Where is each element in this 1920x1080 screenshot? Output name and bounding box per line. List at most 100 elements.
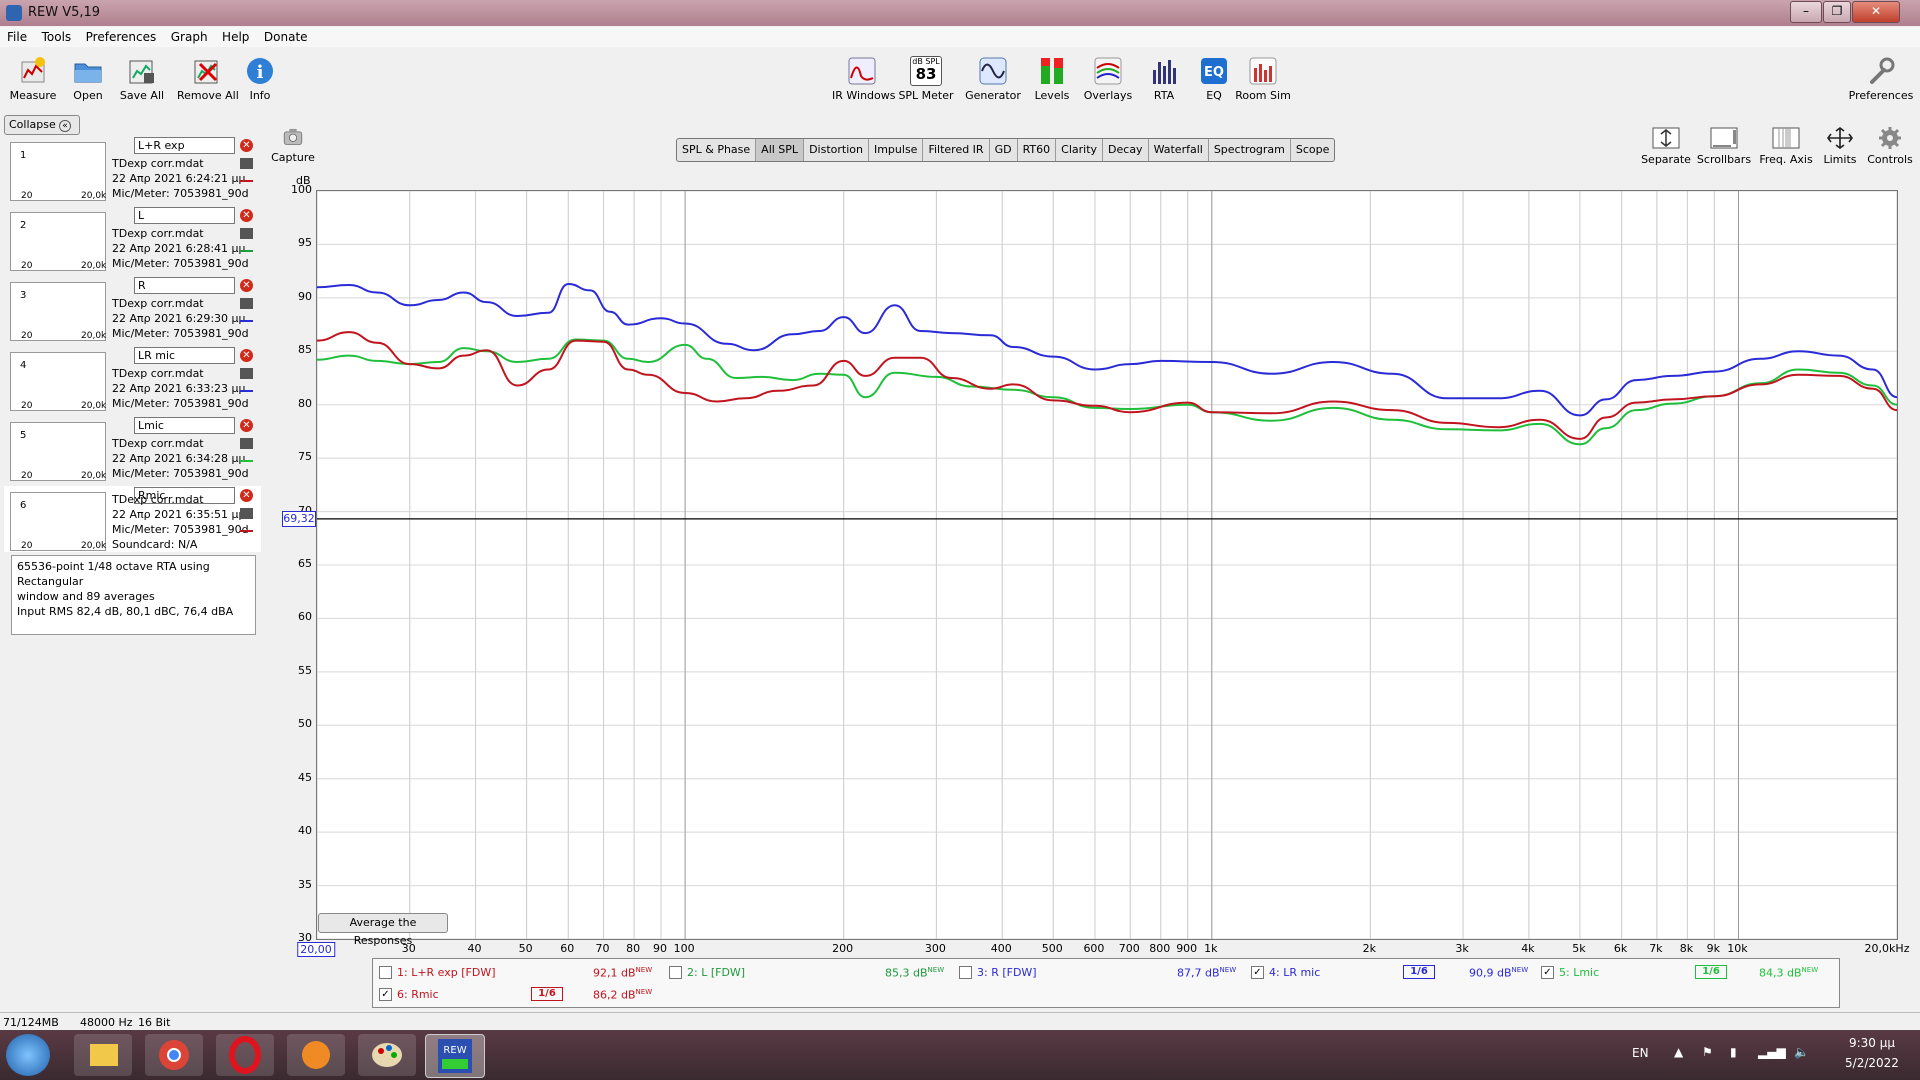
menu-preferences[interactable]: Preferences bbox=[79, 27, 161, 44]
smoothing-selector-5[interactable]: 1/6 bbox=[1695, 965, 1727, 979]
smoothing-selector-4[interactable]: 1/6 bbox=[1403, 965, 1435, 979]
network-icon[interactable]: ▂▄▆ bbox=[1758, 1045, 1786, 1059]
separate-button[interactable]: Separate bbox=[1636, 126, 1696, 186]
file-explorer-task[interactable] bbox=[74, 1034, 132, 1076]
measurement-panel-3[interactable]: 3 20 20,0k R TDexp corr.mdat 22 Απρ 2021 6… bbox=[4, 276, 261, 344]
remove-all-icon bbox=[194, 60, 218, 84]
remove-measurement-icon[interactable]: ✕ bbox=[240, 209, 253, 222]
average-responses-button[interactable]: Average the Responses bbox=[318, 913, 448, 947]
legend-checkbox-4[interactable]: ✓ bbox=[1251, 966, 1264, 979]
scrollbars-button[interactable]: Scrollbars bbox=[1694, 126, 1754, 186]
measurement-name-field[interactable]: Lmic bbox=[134, 417, 235, 434]
tab-spectrogram[interactable]: Spectrogram bbox=[1209, 139, 1291, 161]
thumbnail-5: 5 20 20,0k bbox=[10, 422, 106, 481]
info-button[interactable]: i Info bbox=[230, 52, 290, 112]
edit-icon[interactable] bbox=[240, 508, 253, 519]
edit-icon[interactable] bbox=[240, 298, 253, 309]
menu-donate[interactable]: Donate bbox=[257, 27, 312, 44]
ir-windows-button[interactable]: IR Windows bbox=[832, 52, 896, 112]
trace-color-icon[interactable] bbox=[240, 314, 253, 322]
rew-task[interactable]: REW bbox=[425, 1034, 485, 1078]
minimize-button[interactable]: – bbox=[1790, 1, 1822, 23]
tab-decay[interactable]: Decay bbox=[1103, 139, 1149, 161]
tab-spl-phase[interactable]: SPL & Phase bbox=[677, 139, 757, 161]
remove-measurement-icon[interactable]: ✕ bbox=[240, 489, 253, 502]
measurement-name-field[interactable]: L bbox=[134, 207, 235, 224]
menu-file[interactable]: File bbox=[0, 27, 31, 44]
spl-graph[interactable] bbox=[316, 190, 1898, 940]
tab-all-spl[interactable]: All SPL bbox=[756, 139, 805, 161]
tab-clarity[interactable]: Clarity bbox=[1056, 139, 1104, 161]
legend-checkbox-5[interactable]: ✓ bbox=[1541, 966, 1554, 979]
save-all-icon bbox=[129, 60, 154, 84]
clock-date[interactable]: 5/2/2022 bbox=[1832, 1056, 1912, 1070]
battery-icon[interactable]: ▮ bbox=[1730, 1045, 1737, 1059]
opera-task[interactable] bbox=[216, 1034, 274, 1076]
remove-measurement-icon[interactable]: ✕ bbox=[240, 349, 253, 362]
measurement-panel-2[interactable]: 2 20 20,0k L TDexp corr.mdat 22 Απρ 2021 6… bbox=[4, 206, 261, 274]
legend-checkbox-2[interactable] bbox=[669, 966, 682, 979]
measurement-panel-6[interactable]: 6 20 20,0k Rmic TDexp corr.mdat 22 Απρ 202… bbox=[4, 486, 261, 552]
measurement-panel-1[interactable]: 1 20 20,0k L+R exp TDexp corr.mdat 22 Απρ … bbox=[4, 136, 261, 204]
volume-icon[interactable]: 🔈 bbox=[1794, 1045, 1809, 1059]
collapse-button[interactable]: Collapse « bbox=[4, 115, 80, 135]
chrome-task[interactable] bbox=[145, 1034, 203, 1076]
language-indicator[interactable]: EN bbox=[1632, 1046, 1649, 1060]
measurement-name-field[interactable]: L+R exp bbox=[134, 137, 235, 154]
tab-waterfall[interactable]: Waterfall bbox=[1149, 139, 1209, 161]
menu-tools[interactable]: Tools bbox=[35, 27, 76, 44]
measurement-panel-4[interactable]: 4 20 20,0k LR mic TDexp corr.mdat 22 Απρ 2… bbox=[4, 346, 261, 414]
freq-axis-button[interactable]: Freq. Axis bbox=[1756, 126, 1816, 186]
tray-expand-icon[interactable]: ▲ bbox=[1674, 1045, 1683, 1059]
maximize-button[interactable]: ❐ bbox=[1823, 1, 1851, 23]
remove-measurement-icon[interactable]: ✕ bbox=[240, 139, 253, 152]
brave-task[interactable] bbox=[287, 1034, 345, 1076]
paint-task[interactable] bbox=[358, 1034, 416, 1076]
spl-plot-svg[interactable] bbox=[316, 190, 1898, 940]
tab-rt60[interactable]: RT60 bbox=[1018, 139, 1057, 161]
tab-gd[interactable]: GD bbox=[990, 139, 1018, 161]
trace-color-icon[interactable] bbox=[240, 384, 253, 392]
legend-checkbox-3[interactable] bbox=[959, 966, 972, 979]
measure-button[interactable]: Measure bbox=[3, 52, 63, 112]
edit-icon[interactable] bbox=[240, 368, 253, 379]
remove-all-button[interactable]: Remove All bbox=[177, 52, 239, 112]
edit-icon[interactable] bbox=[240, 158, 253, 169]
close-button[interactable]: ✕ bbox=[1852, 1, 1900, 23]
menu-help[interactable]: Help bbox=[215, 27, 253, 44]
flag-icon[interactable]: ⚑ bbox=[1702, 1045, 1713, 1059]
remove-measurement-icon[interactable]: ✕ bbox=[240, 419, 253, 432]
trace-color-icon[interactable] bbox=[240, 454, 253, 462]
remove-measurement-icon[interactable]: ✕ bbox=[240, 279, 253, 292]
edit-icon[interactable] bbox=[240, 228, 253, 239]
trace-color-icon[interactable] bbox=[240, 244, 253, 252]
y-tick-label: 55 bbox=[298, 663, 312, 677]
overlays-button[interactable]: Overlays bbox=[1078, 52, 1138, 112]
tab-impulse[interactable]: Impulse bbox=[869, 139, 924, 161]
edit-icon[interactable] bbox=[240, 438, 253, 449]
spl-meter-button[interactable]: dB SPL 83 SPL Meter bbox=[896, 52, 956, 112]
save-all-button[interactable]: Save All bbox=[112, 52, 172, 112]
measurement-name-field[interactable]: R bbox=[134, 277, 235, 294]
smoothing-selector-6[interactable]: 1/6 bbox=[531, 987, 563, 1001]
trace-color-icon[interactable] bbox=[240, 524, 253, 532]
room-sim-button[interactable]: Room Sim bbox=[1233, 52, 1293, 112]
trace-color-icon[interactable] bbox=[240, 174, 253, 182]
start-button[interactable] bbox=[6, 1034, 50, 1076]
open-button[interactable]: Open bbox=[58, 52, 118, 112]
menu-graph[interactable]: Graph bbox=[164, 27, 212, 44]
x-tick-label: 40 bbox=[467, 942, 482, 955]
limits-button[interactable]: Limits bbox=[1812, 126, 1868, 186]
legend-checkbox-6[interactable]: ✓ bbox=[379, 988, 392, 1001]
tab-filtered-ir[interactable]: Filtered IR bbox=[923, 139, 990, 161]
clock-time[interactable]: 9:30 μμ bbox=[1832, 1036, 1912, 1050]
measurement-panel-5[interactable]: 5 20 20,0k Lmic TDexp corr.mdat 22 Απρ 202… bbox=[4, 416, 261, 484]
legend-checkbox-1[interactable] bbox=[379, 966, 392, 979]
measurement-name-field[interactable]: LR mic bbox=[134, 347, 235, 364]
tab-distortion[interactable]: Distortion bbox=[804, 139, 869, 161]
generator-button[interactable]: Generator bbox=[963, 52, 1023, 112]
controls-button[interactable]: Controls bbox=[1862, 126, 1918, 186]
tab-scope[interactable]: Scope bbox=[1291, 139, 1335, 161]
levels-button[interactable]: Levels bbox=[1022, 52, 1082, 112]
preferences-button[interactable]: Preferences bbox=[1846, 52, 1916, 112]
